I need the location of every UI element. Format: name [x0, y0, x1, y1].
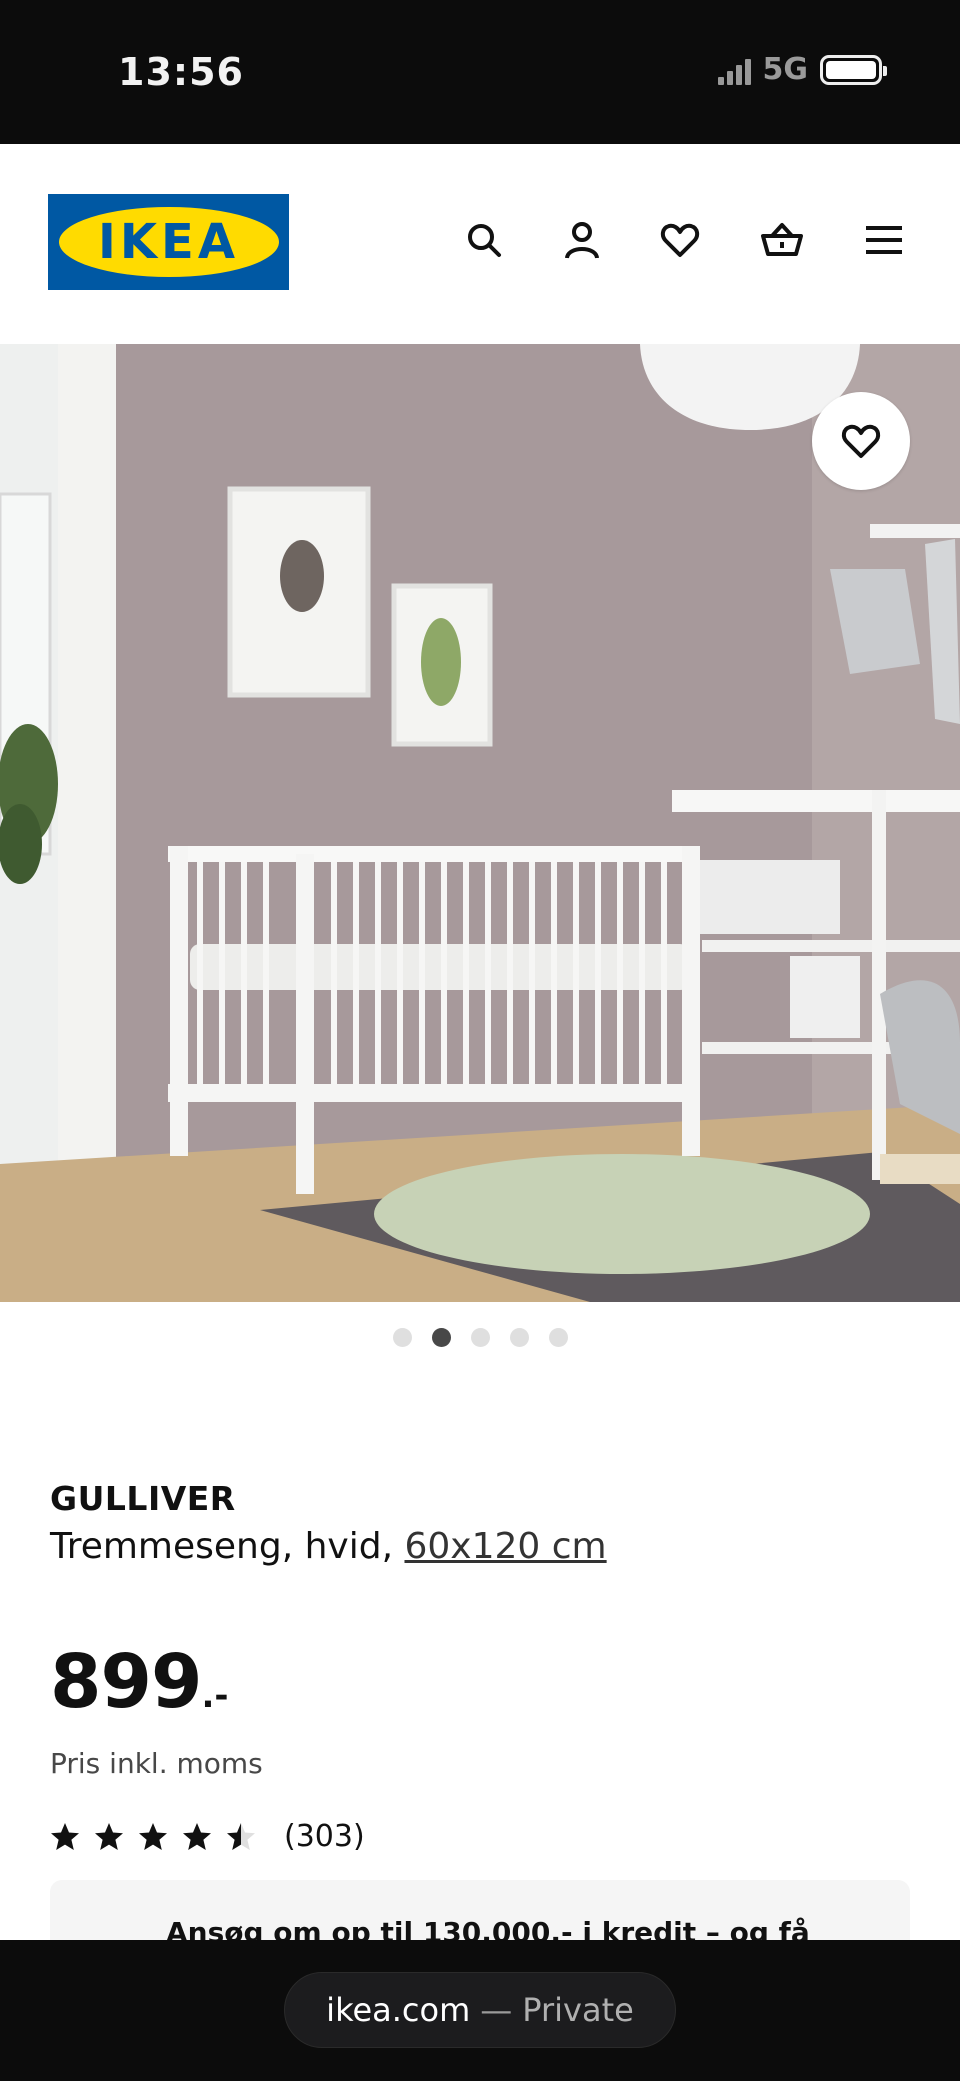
carousel-dot[interactable] [548, 1328, 568, 1347]
price-note: Pris inkl. moms [50, 1747, 263, 1780]
product-name: GULLIVER [50, 1479, 236, 1518]
rating-stars [50, 1822, 256, 1852]
price-amount: 899 [50, 1639, 202, 1725]
url-domain: ikea.com [326, 1991, 471, 2029]
site-header: IKEA [0, 144, 960, 344]
account-icon[interactable] [562, 220, 602, 260]
web-page: IKEA GULLIVER Tremmeseng, hvid, 60x120 c… [0, 144, 960, 1940]
star-icon [139, 1822, 167, 1850]
star-icon [95, 1822, 123, 1850]
carousel-dots [0, 1328, 960, 1347]
heart-icon [841, 424, 881, 458]
browsing-mode: Private [522, 1991, 634, 2029]
status-bar: 13:56 5G [0, 0, 960, 144]
heart-icon[interactable] [660, 220, 700, 260]
battery-icon [820, 54, 887, 85]
status-indicators: 5G [717, 52, 887, 87]
review-count: (303) [284, 1819, 365, 1854]
search-icon[interactable] [464, 220, 504, 260]
product-price: 899 .- [50, 1639, 229, 1725]
address-bar[interactable]: ikea.com — Private [284, 1972, 676, 2048]
star-icon [227, 1822, 255, 1850]
url-separator: — [480, 1991, 513, 2029]
product-type: Tremmeseng, hvid, [50, 1526, 394, 1567]
product-rating[interactable]: (303) [50, 1819, 365, 1854]
logo-text: IKEA [98, 214, 239, 270]
product-description: Tremmeseng, hvid, 60x120 cm [50, 1526, 910, 1567]
ikea-logo[interactable]: IKEA [48, 194, 289, 290]
price-suffix: .- [201, 1676, 229, 1716]
signal-icon [717, 55, 751, 85]
favorite-button[interactable] [812, 392, 910, 490]
carousel-dot[interactable] [392, 1328, 412, 1347]
star-icon [183, 1822, 211, 1850]
status-time: 13:56 [118, 50, 244, 94]
network-label: 5G [762, 52, 809, 87]
carousel-dot[interactable] [431, 1328, 451, 1347]
basket-icon[interactable] [758, 220, 806, 260]
header-icon-bar [464, 220, 904, 260]
product-size-link[interactable]: 60x120 cm [404, 1526, 606, 1567]
star-icon [51, 1822, 79, 1850]
carousel-dot[interactable] [509, 1328, 529, 1347]
product-info: GULLIVER Tremmeseng, hvid, 60x120 cm 899… [50, 1479, 910, 1854]
logo-oval: IKEA [58, 207, 279, 277]
menu-icon[interactable] [864, 220, 904, 260]
carousel-dot[interactable] [470, 1328, 490, 1347]
product-image-gallery[interactable] [0, 344, 960, 1302]
product-image [0, 344, 960, 1302]
browser-bottom-bar: ikea.com — Private [0, 1940, 960, 2081]
